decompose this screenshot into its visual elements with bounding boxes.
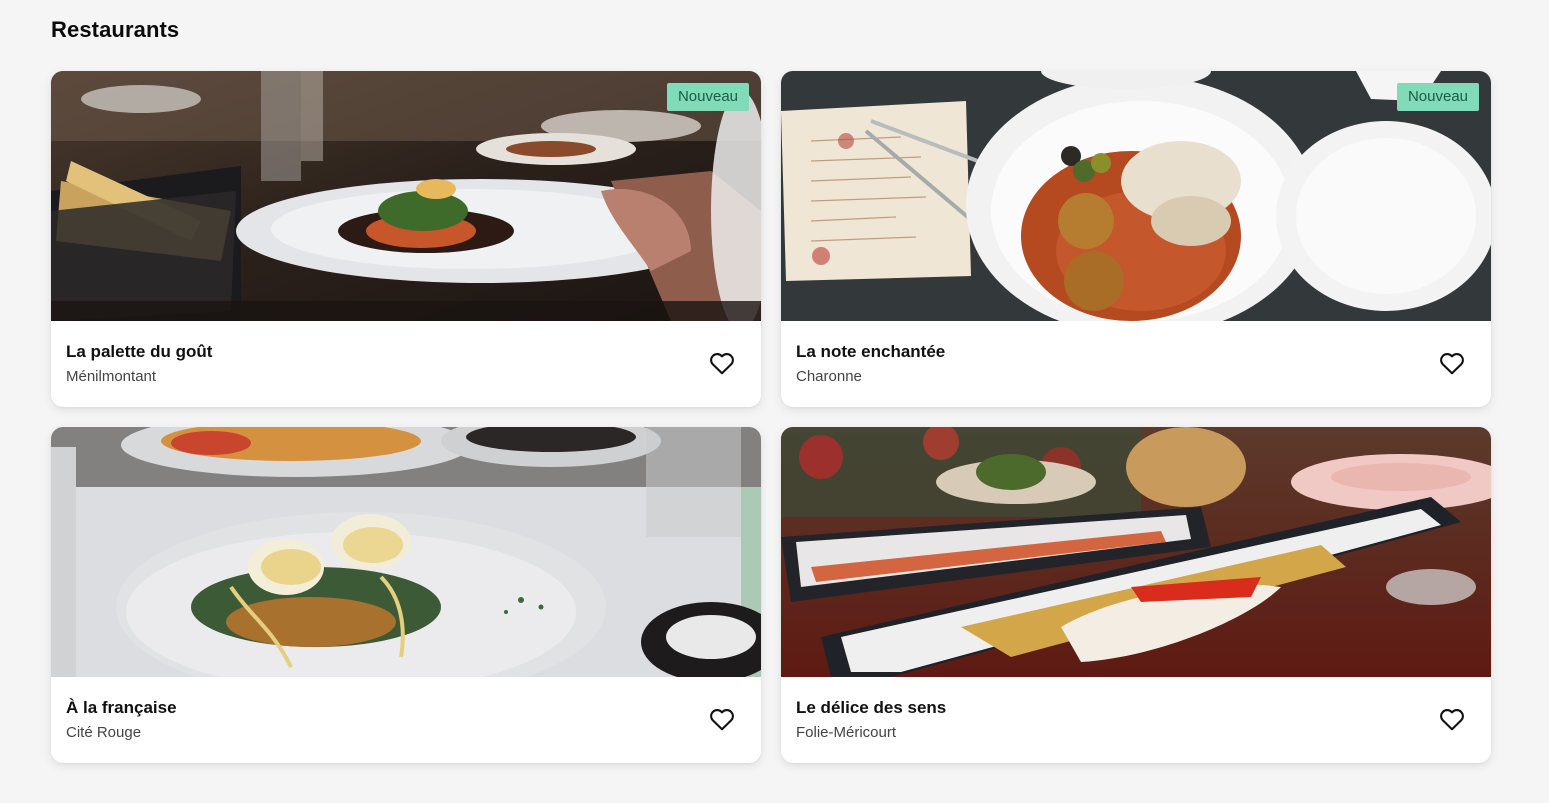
restaurant-card[interactable]: Nouveau La note enchantée Charonne xyxy=(781,71,1491,407)
restaurant-grid: Nouveau La palette du goût Ménilmontant xyxy=(51,71,1491,763)
restaurant-neighborhood: Folie-Méricourt xyxy=(796,724,897,741)
heart-outline-icon xyxy=(710,709,734,731)
restaurant-card[interactable]: Le délice des sens Folie-Méricourt xyxy=(781,427,1491,763)
favorite-button[interactable] xyxy=(709,351,735,375)
restaurant-neighborhood: Charonne xyxy=(796,368,862,385)
favorite-button[interactable] xyxy=(1439,351,1465,375)
restaurant-name: Le délice des sens xyxy=(796,698,947,717)
restaurant-photo: Nouveau xyxy=(51,71,761,321)
favorite-button[interactable] xyxy=(709,707,735,731)
heart-outline-icon xyxy=(1440,709,1464,731)
new-badge: Nouveau xyxy=(666,83,749,111)
restaurant-info: La note enchantée Charonne xyxy=(781,321,1491,407)
favorite-button[interactable] xyxy=(1439,707,1465,731)
restaurant-photo xyxy=(781,427,1491,677)
restaurant-info: Le délice des sens Folie-Méricourt xyxy=(781,677,1491,763)
restaurant-card[interactable]: Nouveau La palette du goût Ménilmontant xyxy=(51,71,761,407)
restaurant-name: La palette du goût xyxy=(66,342,213,361)
restaurant-name: La note enchantée xyxy=(796,342,946,361)
restaurant-photo xyxy=(51,427,761,677)
restaurant-name: À la française xyxy=(66,698,177,717)
restaurant-photo: Nouveau xyxy=(781,71,1491,321)
page-title: Restaurants xyxy=(51,17,180,42)
restaurant-neighborhood: Ménilmontant xyxy=(66,368,157,385)
heart-outline-icon xyxy=(710,353,734,375)
restaurant-card[interactable]: À la française Cité Rouge xyxy=(51,427,761,763)
restaurant-neighborhood: Cité Rouge xyxy=(66,724,142,741)
new-badge: Nouveau xyxy=(1396,83,1479,111)
restaurant-info: La palette du goût Ménilmontant xyxy=(51,321,761,407)
restaurant-info: À la française Cité Rouge xyxy=(51,677,761,763)
heart-outline-icon xyxy=(1440,353,1464,375)
